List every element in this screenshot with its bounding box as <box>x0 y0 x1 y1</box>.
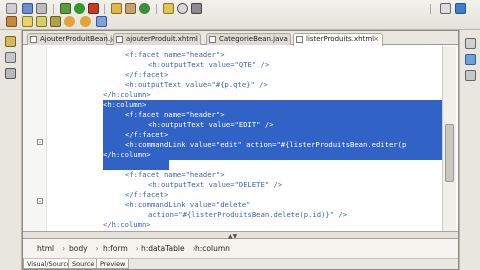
folding-gutter: - - <box>23 46 47 231</box>
hierarchy-icon[interactable] <box>5 52 16 63</box>
code-line: <h:column> <box>103 160 147 169</box>
right-trim-bar <box>459 30 480 270</box>
last-edit-icon[interactable] <box>96 16 107 27</box>
outline-icon[interactable] <box>465 38 476 49</box>
editor-tab-bar: AjouterProduitBean.java ajouterProduit.x… <box>23 31 458 46</box>
server-icon[interactable] <box>191 3 202 14</box>
breadcrumb-separator-icon: › <box>62 244 66 253</box>
selection-highlight <box>103 100 442 110</box>
tab-label: ajouterProduit.xhtml <box>126 35 198 43</box>
breadcrumb-item-html[interactable]: html › <box>37 244 65 253</box>
annotation-prev-icon[interactable] <box>50 16 61 27</box>
open-type-icon[interactable] <box>163 3 174 14</box>
code-line: </f:facet> <box>125 70 169 79</box>
java-perspective-icon[interactable] <box>455 3 466 14</box>
breadcrumb-item-column[interactable]: h:column <box>195 244 230 253</box>
code-line: </h:column> <box>103 220 151 229</box>
tab-label: listerProduits.xhtml <box>306 35 375 43</box>
code-line-selected: </h:column> <box>103 150 151 159</box>
breadcrumb-item-body[interactable]: body › <box>69 244 99 253</box>
java-file-icon <box>30 36 37 43</box>
xhtml-file-icon <box>116 36 123 43</box>
code-line: <h:outputText value="DELETE" /> <box>148 180 283 189</box>
open-perspective-icon[interactable] <box>440 3 451 14</box>
back-icon[interactable] <box>64 16 75 27</box>
code-line-selected: <f:facet name="header"> <box>125 110 225 119</box>
java-file-icon <box>209 36 216 43</box>
breadcrumb-separator-icon: › <box>95 244 99 253</box>
code-line-selected: <h:column> <box>103 100 147 109</box>
close-icon[interactable]: × <box>373 34 379 45</box>
code-line: <f:facet name="header"> <box>125 50 225 59</box>
forward-icon[interactable] <box>80 16 91 27</box>
fold-collapse-icon[interactable]: - <box>37 139 43 146</box>
vertical-scrollbar[interactable] <box>442 46 456 231</box>
new-class-icon[interactable] <box>139 3 150 14</box>
tab-lister-produits-xhtml[interactable]: listerProduits.xhtml × <box>293 33 383 46</box>
annotation-next-icon[interactable] <box>36 16 47 27</box>
search-icon[interactable] <box>177 3 188 14</box>
left-trim-bar <box>0 30 22 270</box>
tab-source[interactable]: Source <box>68 259 99 269</box>
toggle-mark-icon[interactable] <box>22 16 33 27</box>
breadcrumb: html › body › h:form › h:dataTable › h:colum… <box>23 239 458 259</box>
code-line-selected: <h:outputText value="EDIT" /> <box>148 120 274 129</box>
run-icon[interactable] <box>74 3 85 14</box>
code-line: <f:facet name="header"> <box>125 170 225 179</box>
pane-splitter[interactable]: ▲▼ <box>23 231 458 240</box>
main-toolbar <box>0 0 480 30</box>
external-tools-icon[interactable] <box>88 3 99 14</box>
fold-collapse-icon[interactable]: - <box>37 198 43 205</box>
editor-mode-tabs: Visual/Source Source Preview <box>23 259 458 269</box>
tab-label: CategorieBean.java <box>219 35 288 43</box>
xhtml-file-icon <box>296 36 303 43</box>
code-line: <h:outputText value="#{p.qte}" /> <box>125 80 268 89</box>
code-line: action="#{listerProduitsBean.delete(p.id… <box>148 210 348 219</box>
code-line-selected: </f:facet> <box>125 130 169 139</box>
new-file-icon[interactable] <box>6 3 17 14</box>
print-icon[interactable] <box>36 3 47 14</box>
tab-categorie-bean[interactable]: CategorieBean.java <box>206 33 291 45</box>
code-line: </f:facet> <box>125 190 169 199</box>
tab-preview[interactable]: Preview <box>96 259 130 269</box>
breadcrumb-item-form[interactable]: h:form › <box>103 244 139 253</box>
breadcrumb-separator-icon: › <box>135 244 139 253</box>
code-line-selected: <h:commandLink value="edit" action="#{li… <box>125 140 407 149</box>
breadcrumb-item-datatable[interactable]: h:dataTable › <box>141 244 196 253</box>
code-line: <h:outputText value="QTE" /> <box>148 60 270 69</box>
new-java-project-icon[interactable] <box>111 3 122 14</box>
code-area[interactable]: <f:facet name="header"> <h:outputText va… <box>48 46 442 231</box>
scrollbar-thumb[interactable] <box>445 124 454 182</box>
tab-ajouter-produit-bean[interactable]: AjouterProduitBean.java <box>27 33 125 45</box>
code-line: </h:column> <box>103 90 151 99</box>
navigator-icon[interactable] <box>5 68 16 79</box>
perspective-icon[interactable] <box>6 16 17 27</box>
tab-ajouter-produit-xhtml[interactable]: ajouterProduit.xhtml <box>113 33 201 45</box>
debug-icon[interactable] <box>60 3 71 14</box>
palette-icon[interactable] <box>465 54 476 65</box>
save-icon[interactable] <box>22 3 33 14</box>
editor-pane: AjouterProduitBean.java ajouterProduit.x… <box>22 30 459 270</box>
package-explorer-icon[interactable] <box>5 36 16 47</box>
code-line: <h:commandLink value="delete" <box>125 200 251 209</box>
new-package-icon[interactable] <box>125 3 136 14</box>
properties-icon[interactable] <box>465 70 476 81</box>
